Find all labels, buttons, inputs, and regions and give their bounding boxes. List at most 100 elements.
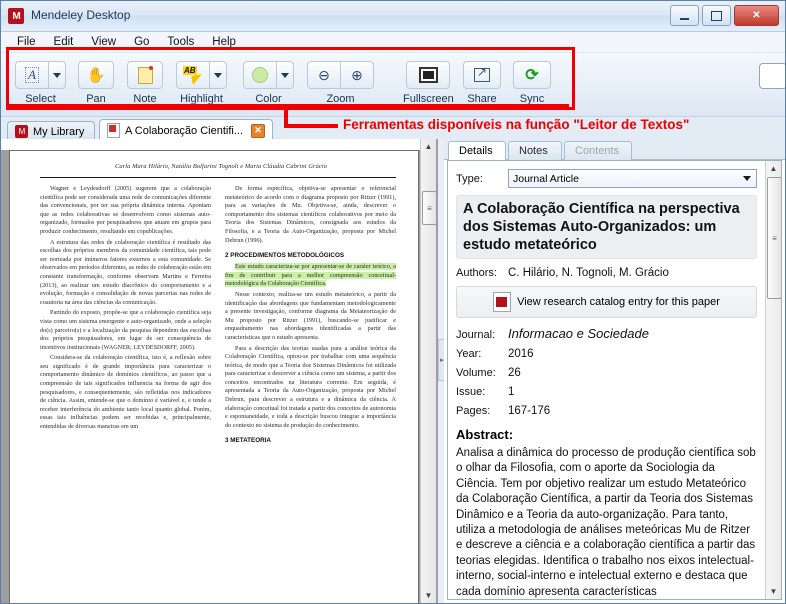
- zoom-out-icon: ⊖: [318, 66, 330, 83]
- tab-details-label: Details: [459, 145, 493, 157]
- maximize-button[interactable]: [702, 5, 731, 26]
- journal-row: Journal: Informacao e Sociedade: [456, 326, 757, 341]
- pdf-paragraph: Considera-se da colaboração científica, …: [40, 354, 211, 431]
- tab-document[interactable]: A Colaboração Cientifi... ✕: [99, 119, 273, 141]
- fullscreen-button[interactable]: [406, 61, 451, 89]
- pdf-viewer-pane: Carla Mara Hilário, Natália Bolfarini To…: [1, 139, 438, 603]
- tab-details[interactable]: Details: [448, 141, 506, 160]
- pdf-columns: Wagner e Leydesdorff (2005) sugerem que …: [40, 185, 396, 603]
- scroll-down-icon[interactable]: ▼: [421, 588, 436, 603]
- details-content: Type: Journal Article A Colaboração Cien…: [448, 161, 765, 599]
- tab-notes[interactable]: Notes: [508, 141, 562, 160]
- pages-row: Pages: 167-176: [456, 405, 757, 417]
- menu-item-go[interactable]: Go: [126, 34, 157, 50]
- annotation-connector-horizontal: [284, 124, 338, 128]
- authors-value[interactable]: C. Hilário, N. Tognoli, M. Grácio: [508, 267, 669, 279]
- tab-contents-label: Contents: [575, 145, 620, 157]
- details-scroll-thumb[interactable]: ≡: [767, 177, 781, 299]
- scroll-up-icon[interactable]: ▲: [421, 139, 436, 154]
- note-button[interactable]: [127, 61, 163, 89]
- pdf-vertical-scrollbar[interactable]: ▲ ≡ ▼: [420, 139, 437, 603]
- document-title[interactable]: A Colaboração Científica na perspectiva …: [456, 195, 757, 259]
- window-title: Mendeley Desktop: [31, 8, 131, 22]
- menu-item-file[interactable]: File: [9, 34, 44, 50]
- volume-value[interactable]: 26: [508, 367, 521, 379]
- pdf-page: Carla Mara Hilário, Natália Bolfarini To…: [9, 150, 419, 603]
- pdf-paragraph: Partindo do exposto, propõe-se que a col…: [40, 309, 211, 351]
- toolbar-group-fullscreen: Fullscreen: [403, 61, 454, 105]
- select-dropdown-button[interactable]: [48, 61, 66, 89]
- search-input[interactable]: [759, 63, 785, 89]
- mendeley-icon: M: [8, 8, 24, 24]
- text-select-icon: A: [25, 67, 39, 83]
- journal-value[interactable]: Informacao e Sociedade: [508, 326, 649, 341]
- menu-item-view[interactable]: View: [83, 34, 124, 50]
- menu-item-help[interactable]: Help: [204, 34, 244, 50]
- toolbar-group-share: Share: [463, 61, 501, 105]
- toolbar-group-color: Color: [243, 61, 294, 105]
- year-value[interactable]: 2016: [508, 348, 534, 360]
- share-button[interactable]: [463, 61, 501, 89]
- pdf-scroll-thumb[interactable]: ≡: [422, 191, 437, 225]
- tab-my-library-label: My Library: [33, 125, 85, 138]
- details-tab-strip: Details Notes Contents: [444, 139, 785, 160]
- close-button[interactable]: ✕: [734, 5, 779, 26]
- type-row: Type: Journal Article: [456, 169, 757, 188]
- volume-row: Volume: 26: [456, 367, 757, 379]
- share-icon: [474, 65, 490, 82]
- hand-pan-icon: ✋: [86, 67, 106, 84]
- tab-close-icon[interactable]: ✕: [251, 123, 265, 138]
- toolbar-group-highlight: AB Highlight: [176, 61, 227, 105]
- zoom-out-button[interactable]: ⊖: [307, 61, 341, 89]
- highlight-dropdown-button[interactable]: [209, 61, 227, 89]
- main-area: Carla Mara Hilário, Natália Bolfarini To…: [1, 139, 785, 603]
- sync-icon: ⟳: [525, 67, 539, 84]
- chevron-down-icon: [281, 72, 289, 78]
- zoom-in-icon: ⊕: [351, 66, 363, 83]
- type-select-value: Journal Article: [513, 172, 579, 185]
- minimize-button[interactable]: [670, 5, 699, 26]
- pdf-paragraph: Wagner e Leydesdorff (2005) sugerem que …: [40, 185, 211, 235]
- toolbar-group-select: A Select: [15, 61, 66, 105]
- scroll-up-icon[interactable]: ▲: [766, 161, 781, 176]
- toolbar-group-zoom: ⊖ ⊕ Zoom: [307, 61, 374, 105]
- tab-my-library[interactable]: M My Library: [7, 121, 95, 141]
- details-pane: Details Notes Contents Type: Journal Art…: [444, 139, 785, 603]
- chevron-down-icon: [214, 72, 222, 78]
- window-controls: ✕: [670, 5, 779, 26]
- details-vertical-scrollbar[interactable]: ▲ ≡ ▼: [765, 161, 781, 599]
- zoom-in-button[interactable]: ⊕: [340, 61, 374, 89]
- sync-button[interactable]: ⟳: [513, 61, 551, 89]
- year-label: Year:: [456, 348, 482, 360]
- pdf-paragraph: A estrutura das redes de colaboração cie…: [40, 238, 211, 306]
- pdf-paragraph: Nesse contexto, realiza-se um estudo met…: [225, 290, 396, 341]
- maximize-icon: [711, 10, 722, 21]
- issue-row: Issue: 1: [456, 386, 757, 398]
- pdf-running-head: Carla Mara Hilário, Natália Bolfarini To…: [114, 163, 328, 170]
- pdf-left-column: Wagner e Leydesdorff (2005) sugerem que …: [40, 185, 211, 603]
- view-catalog-label: View research catalog entry for this pap…: [517, 296, 720, 308]
- color-button[interactable]: [243, 61, 277, 89]
- issue-label: Issue:: [456, 386, 486, 398]
- color-dropdown-button[interactable]: [276, 61, 294, 89]
- view-catalog-button[interactable]: View research catalog entry for this pap…: [456, 286, 757, 318]
- pdf-paragraph: De forma específica, objetiva-se apresen…: [225, 185, 396, 244]
- select-button[interactable]: A: [15, 61, 49, 89]
- highlight-button[interactable]: AB: [176, 61, 210, 89]
- chevron-down-icon: [743, 176, 751, 181]
- type-select[interactable]: Journal Article: [508, 169, 757, 188]
- details-body: Type: Journal Article A Colaboração Cien…: [447, 160, 782, 600]
- pan-button[interactable]: ✋: [78, 61, 114, 89]
- pages-value[interactable]: 167-176: [508, 405, 550, 417]
- scroll-down-icon[interactable]: ▼: [766, 584, 781, 599]
- minimize-icon: [680, 17, 689, 20]
- fullscreen-icon: [418, 67, 438, 83]
- annotation-callout-text: Ferramentas disponíveis na função "Leito…: [343, 117, 690, 132]
- menu-item-edit[interactable]: Edit: [46, 34, 82, 50]
- toolbar-group-note: Note: [127, 61, 163, 105]
- volume-label: Volume:: [456, 367, 496, 379]
- tab-contents[interactable]: Contents: [564, 141, 632, 160]
- abstract-text[interactable]: Analisa a dinâmica do processo de produç…: [456, 446, 757, 599]
- issue-value[interactable]: 1: [508, 386, 514, 398]
- menu-item-tools[interactable]: Tools: [159, 34, 202, 50]
